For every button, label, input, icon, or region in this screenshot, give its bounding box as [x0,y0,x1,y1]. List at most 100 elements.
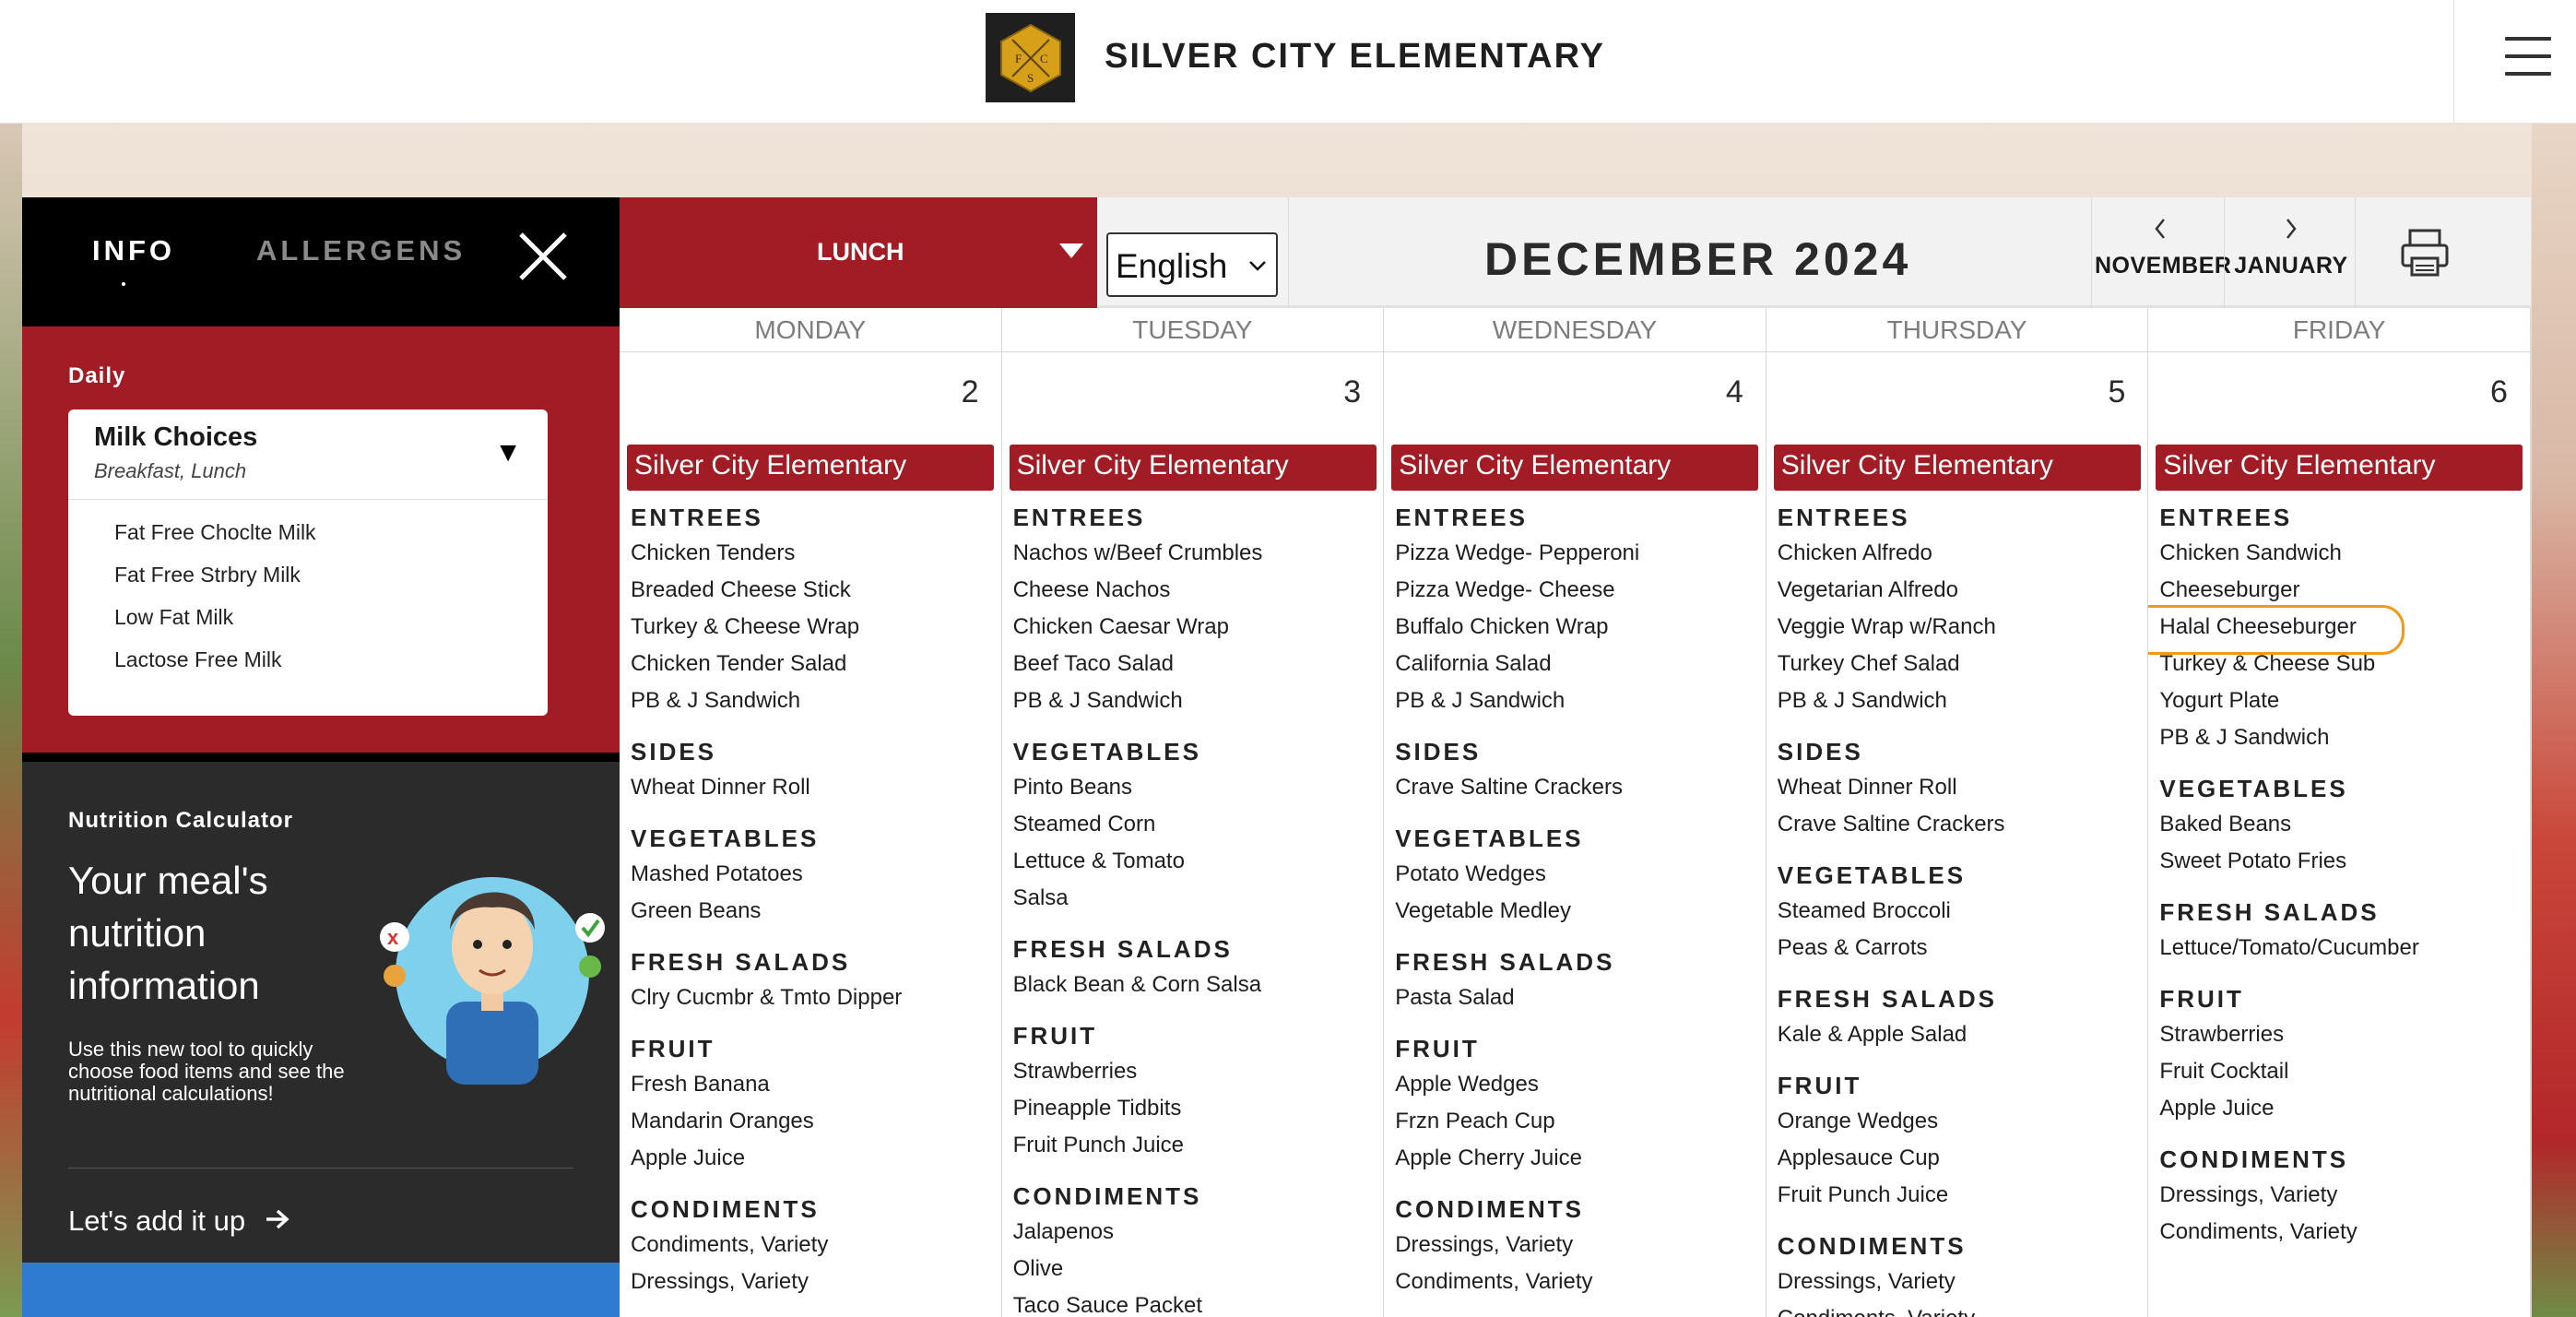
menu-item[interactable]: Steamed Corn [1013,812,1378,848]
menu-item[interactable]: Apple Juice [631,1145,996,1182]
menu-item-highlighted[interactable]: Halal Cheeseburger [2148,605,2524,655]
tab-info[interactable]: INFO [92,234,175,286]
menu-item[interactable]: Condiments, Variety [1395,1269,1760,1306]
menu-item[interactable]: Condiments, Variety [1778,1306,2143,1317]
milk-choices-dropdown[interactable]: Milk Choices Breakfast, Lunch ▼ [68,409,548,500]
menu-item[interactable]: Lettuce/Tomato/Cucumber [2159,935,2524,972]
menu-item[interactable]: Orange Wedges [1778,1109,2143,1145]
menu-item[interactable]: Crave Saltine Crackers [1395,775,1760,812]
menu-item[interactable]: Buffalo Chicken Wrap [1395,614,1760,651]
menu-item[interactable]: PB & J Sandwich [1395,688,1760,725]
menu-item[interactable]: Dressings, Variety [2159,1182,2524,1219]
site-title[interactable]: SILVER CITY ELEMENTARY [1105,37,1605,77]
menu-item[interactable]: PB & J Sandwich [2159,725,2524,762]
menu-item[interactable]: Fruit Punch Juice [1778,1182,2143,1219]
menu-item[interactable]: PB & J Sandwich [1778,688,2143,725]
school-logo[interactable]: F C S [986,13,1075,102]
menu-item[interactable]: Mandarin Oranges [631,1109,996,1145]
menu-item[interactable]: Clry Cucmbr & Tmto Dipper [631,985,996,1022]
menu-item[interactable]: Fruit Cocktail [2159,1059,2524,1096]
printer-icon[interactable] [2397,225,2452,280]
menu-item[interactable]: Apple Wedges [1395,1072,1760,1109]
school-banner[interactable]: Silver City Elementary [1009,445,1377,491]
menu-item[interactable]: Pinto Beans [1013,775,1378,812]
menu-item[interactable]: Dressings, Variety [1778,1269,2143,1306]
menu-item[interactable]: Kale & Apple Salad [1778,1022,2143,1059]
day-number: 2 [961,374,979,409]
menu-item[interactable]: Baked Beans [2159,812,2524,848]
menu-item[interactable]: Chicken Tenders [631,540,996,577]
active-tab-dot [122,282,125,286]
menu-item[interactable]: Green Beans [631,898,996,935]
menu-item[interactable]: Fresh Banana [631,1072,996,1109]
language-select[interactable]: English [1106,232,1278,297]
menu-item[interactable]: Olive [1013,1256,1378,1293]
menu-item[interactable]: Cheese Nachos [1013,577,1378,614]
menu-item[interactable]: Apple Juice [2159,1096,2524,1133]
menu-item[interactable]: Crave Saltine Crackers [1778,812,2143,848]
menu-item[interactable]: Salsa [1013,885,1378,922]
calculator-description: Use this new tool to quickly choose food… [68,1038,345,1105]
menu-item[interactable]: California Salad [1395,651,1760,688]
menu-item[interactable]: Chicken Sandwich [2159,540,2524,577]
menu-item[interactable]: Beef Taco Salad [1013,651,1378,688]
menu-item[interactable]: Condiments, Variety [631,1232,996,1269]
school-banner[interactable]: Silver City Elementary [1773,445,2141,491]
menu-item[interactable]: Peas & Carrots [1778,935,2143,972]
menu-item[interactable]: Strawberries [2159,1022,2524,1059]
milk-item[interactable]: Fat Free Strbry Milk [114,563,548,605]
school-banner[interactable]: Silver City Elementary [627,445,994,491]
menu-item[interactable]: Steamed Broccoli [1778,898,2143,935]
menu-item[interactable]: PB & J Sandwich [631,688,996,725]
milk-item[interactable]: Lactose Free Milk [114,647,548,690]
menu-item[interactable]: Jalapenos [1013,1219,1378,1256]
menu-item[interactable]: Fruit Punch Juice [1013,1133,1378,1169]
menu-item[interactable]: PB & J Sandwich [1013,688,1378,725]
next-month-button[interactable]: JANUARY [2226,216,2357,279]
caret-down-icon [1059,243,1083,258]
menu-item[interactable]: Chicken Alfredo [1778,540,2143,577]
menu-item[interactable]: Vegetable Medley [1395,898,1760,935]
menu-item[interactable]: Black Bean & Corn Salsa [1013,972,1378,1009]
menu-item[interactable]: Chicken Caesar Wrap [1013,614,1378,651]
language-value: English [1116,247,1228,285]
menu-item[interactable]: Chicken Tender Salad [631,651,996,688]
school-banner[interactable]: Silver City Elementary [2156,445,2523,491]
menu-item[interactable]: Turkey & Cheese Sub [2159,651,2524,688]
menu-item[interactable]: Wheat Dinner Roll [631,775,996,812]
menu-item[interactable]: Apple Cherry Juice [1395,1145,1760,1182]
tab-allergens[interactable]: ALLERGENS [256,234,466,267]
menu-item[interactable]: Nachos w/Beef Crumbles [1013,540,1378,577]
school-banner[interactable]: Silver City Elementary [1391,445,1759,491]
menu-item[interactable]: Turkey Chef Salad [1778,651,2143,688]
close-icon[interactable] [515,229,571,284]
menu-item[interactable]: Pineapple Tidbits [1013,1096,1378,1133]
hamburger-icon[interactable] [2505,37,2551,77]
info-panel: INFO ALLERGENS Daily Milk Choices Breakf… [22,197,620,1317]
menu-item[interactable]: Strawberries [1013,1059,1378,1096]
prev-month-button[interactable]: NOVEMBER [2095,216,2231,279]
menu-item[interactable]: Pizza Wedge- Pepperoni [1395,540,1760,577]
meal-type-dropdown[interactable]: LUNCH [620,197,1097,308]
add-it-up-link[interactable]: Let's add it up [68,1204,290,1238]
menu-item[interactable]: Sweet Potato Fries [2159,848,2524,885]
menu-item[interactable]: Condiments, Variety [2159,1219,2524,1256]
menu-item[interactable]: Turkey & Cheese Wrap [631,614,996,651]
menu-item[interactable]: Dressings, Variety [631,1269,996,1306]
menu-item[interactable]: Potato Wedges [1395,861,1760,898]
menu-item[interactable]: Dressings, Variety [1395,1232,1760,1269]
menu-item[interactable]: Applesauce Cup [1778,1145,2143,1182]
menu-item[interactable]: Frzn Peach Cup [1395,1109,1760,1145]
menu-item[interactable]: Pizza Wedge- Cheese [1395,577,1760,614]
milk-item[interactable]: Low Fat Milk [114,605,548,647]
menu-item[interactable]: Lettuce & Tomato [1013,848,1378,885]
menu-item[interactable]: Mashed Potatoes [631,861,996,898]
menu-item[interactable]: Vegetarian Alfredo [1778,577,2143,614]
milk-item[interactable]: Fat Free Choclte Milk [114,520,548,563]
menu-item[interactable]: Pasta Salad [1395,985,1760,1022]
menu-item[interactable]: Taco Sauce Packet [1013,1293,1378,1317]
menu-item[interactable]: Yogurt Plate [2159,688,2524,725]
menu-item[interactable]: Veggie Wrap w/Ranch [1778,614,2143,651]
menu-item[interactable]: Breaded Cheese Stick [631,577,996,614]
menu-item[interactable]: Wheat Dinner Roll [1778,775,2143,812]
